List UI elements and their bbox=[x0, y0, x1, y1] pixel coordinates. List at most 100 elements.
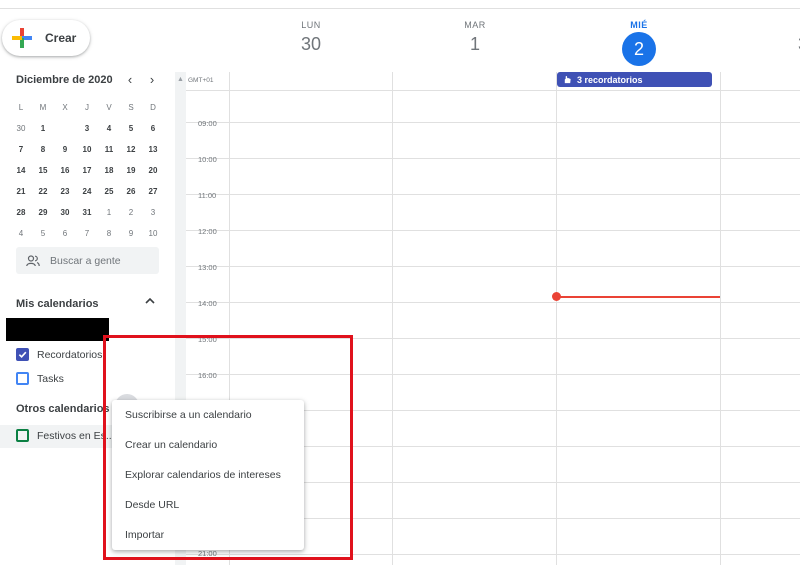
mini-calendar-day[interactable]: 7 bbox=[10, 139, 32, 160]
weekday-label: V bbox=[106, 103, 112, 112]
timezone-label: GMT+01 bbox=[188, 77, 214, 84]
day-number[interactable]: 30 bbox=[271, 34, 351, 55]
mini-calendar-day[interactable]: 31 bbox=[76, 202, 98, 223]
hour-label: 14:00 bbox=[198, 299, 217, 308]
hour-line bbox=[186, 302, 800, 303]
weekday-label: M bbox=[39, 103, 47, 112]
mini-calendar-day[interactable]: 22 bbox=[32, 181, 54, 202]
menu-item-subscribe[interactable]: Suscribirse a un calendario bbox=[112, 400, 304, 430]
menu-item-import[interactable]: Importar bbox=[112, 520, 304, 550]
mini-calendar-day[interactable]: 2 bbox=[120, 202, 142, 223]
calendar-item-recordatorios[interactable]: Recordatorios bbox=[16, 348, 102, 361]
current-time-dot bbox=[552, 292, 561, 301]
hour-label: 10:00 bbox=[198, 155, 217, 164]
checkbox-checked[interactable] bbox=[16, 348, 29, 361]
reminder-hand-icon bbox=[564, 76, 571, 84]
mini-calendar-day[interactable]: 13 bbox=[142, 139, 164, 160]
people-search[interactable]: Buscar a gente bbox=[16, 247, 159, 274]
chevron-up-icon[interactable] bbox=[145, 296, 155, 306]
calendar-item-festivos[interactable]: Festivos en Es... bbox=[16, 429, 115, 442]
reminders-chip[interactable]: 3 recordatorios bbox=[557, 72, 712, 87]
mini-calendar-day[interactable]: 11 bbox=[98, 139, 120, 160]
menu-item-create[interactable]: Crear un calendario bbox=[112, 430, 304, 460]
hour-label: 09:00 bbox=[198, 119, 217, 128]
scroll-up-icon[interactable]: ▲ bbox=[177, 76, 184, 83]
day-number[interactable]: 3 bbox=[763, 34, 800, 55]
mini-calendar-day[interactable]: 7 bbox=[76, 223, 98, 244]
add-calendar-menu: Suscribirse a un calendario Crear un cal… bbox=[112, 400, 304, 550]
weekday-label: S bbox=[128, 103, 134, 112]
create-button[interactable]: Crear bbox=[2, 20, 90, 56]
day-name: LUN bbox=[301, 20, 321, 30]
mini-calendar-day[interactable]: 28 bbox=[10, 202, 32, 223]
mini-calendar-day[interactable]: 12 bbox=[120, 139, 142, 160]
mini-calendar-day[interactable]: 18 bbox=[98, 160, 120, 181]
hour-line bbox=[186, 90, 800, 91]
day-name: MAR bbox=[464, 20, 486, 30]
mini-calendar-day[interactable]: 24 bbox=[76, 181, 98, 202]
mini-calendar-day[interactable]: 20 bbox=[142, 160, 164, 181]
mini-calendar-day[interactable]: 9 bbox=[54, 139, 76, 160]
plus-icon bbox=[12, 28, 32, 48]
day-header-jue[interactable]: J 3 bbox=[763, 20, 800, 55]
chevron-right-icon[interactable]: › bbox=[145, 72, 159, 87]
hour-line bbox=[186, 230, 800, 231]
mini-calendar-day[interactable]: 8 bbox=[98, 223, 120, 244]
mini-calendar-day[interactable]: 1 bbox=[32, 118, 54, 139]
mini-calendar-day[interactable]: 5 bbox=[120, 118, 142, 139]
mini-calendar-day[interactable]: 29 bbox=[32, 202, 54, 223]
mini-calendar-day[interactable]: 6 bbox=[54, 223, 76, 244]
mini-calendar-day[interactable]: 21 bbox=[10, 181, 32, 202]
check-icon bbox=[18, 351, 27, 359]
mini-calendar-day[interactable]: 25 bbox=[98, 181, 120, 202]
column-divider bbox=[720, 72, 721, 565]
mini-calendar-day[interactable]: 10 bbox=[142, 223, 164, 244]
calendar-item-tasks[interactable]: Tasks bbox=[16, 372, 64, 385]
hour-label: 11:00 bbox=[198, 191, 217, 200]
mini-calendar-day[interactable]: 4 bbox=[98, 118, 120, 139]
day-name: MIÉ bbox=[630, 20, 648, 30]
day-header-mar[interactable]: MAR 1 bbox=[435, 20, 515, 55]
mini-calendar-day[interactable]: 1 bbox=[98, 202, 120, 223]
mini-calendar-title: Diciembre de 2020 bbox=[16, 74, 113, 86]
mini-calendar-day[interactable]: 2 bbox=[54, 118, 76, 139]
mini-calendar-day[interactable]: 4 bbox=[10, 223, 32, 244]
menu-item-from-url[interactable]: Desde URL bbox=[112, 490, 304, 520]
mini-calendar-day[interactable]: 30 bbox=[54, 202, 76, 223]
mini-calendar-day[interactable]: 14 bbox=[10, 160, 32, 181]
mini-calendar-day[interactable]: 26 bbox=[120, 181, 142, 202]
day-header-lun[interactable]: LUN 30 bbox=[271, 20, 351, 55]
day-header-mie[interactable]: MIÉ 2 bbox=[599, 20, 679, 66]
menu-item-browse[interactable]: Explorar calendarios de intereses bbox=[112, 460, 304, 490]
hour-line bbox=[186, 266, 800, 267]
my-calendars-title[interactable]: Mis calendarios bbox=[16, 298, 99, 310]
hour-label: 13:00 bbox=[198, 263, 217, 272]
mini-calendar-day[interactable]: 30 bbox=[10, 118, 32, 139]
mini-calendar-day[interactable]: 9 bbox=[120, 223, 142, 244]
checkbox[interactable] bbox=[16, 372, 29, 385]
checkbox[interactable] bbox=[16, 429, 29, 442]
people-search-input[interactable]: Buscar a gente bbox=[50, 255, 121, 267]
create-label: Crear bbox=[45, 31, 77, 45]
day-name: J bbox=[763, 20, 800, 30]
mini-calendar-day[interactable]: 10 bbox=[76, 139, 98, 160]
hour-line bbox=[186, 158, 800, 159]
other-calendars-title[interactable]: Otros calendarios bbox=[16, 403, 110, 415]
mini-calendar-day[interactable]: 17 bbox=[76, 160, 98, 181]
mini-calendar-day[interactable]: 15 bbox=[32, 160, 54, 181]
mini-calendar-day[interactable]: 23 bbox=[54, 181, 76, 202]
mini-calendar-day[interactable]: 19 bbox=[120, 160, 142, 181]
hour-line bbox=[186, 122, 800, 123]
redacted-calendar bbox=[6, 318, 109, 341]
mini-calendar-day[interactable]: 8 bbox=[32, 139, 54, 160]
mini-calendar-day[interactable]: 27 bbox=[142, 181, 164, 202]
mini-calendar-day[interactable]: 6 bbox=[142, 118, 164, 139]
day-number-today[interactable]: 2 bbox=[622, 32, 656, 66]
mini-calendar-day[interactable]: 3 bbox=[76, 118, 98, 139]
day-number[interactable]: 1 bbox=[435, 34, 515, 55]
weekday-label: L bbox=[18, 103, 24, 112]
mini-calendar-day[interactable]: 3 bbox=[142, 202, 164, 223]
mini-calendar-day[interactable]: 5 bbox=[32, 223, 54, 244]
chevron-left-icon[interactable]: ‹ bbox=[123, 72, 137, 87]
mini-calendar-day[interactable]: 16 bbox=[54, 160, 76, 181]
